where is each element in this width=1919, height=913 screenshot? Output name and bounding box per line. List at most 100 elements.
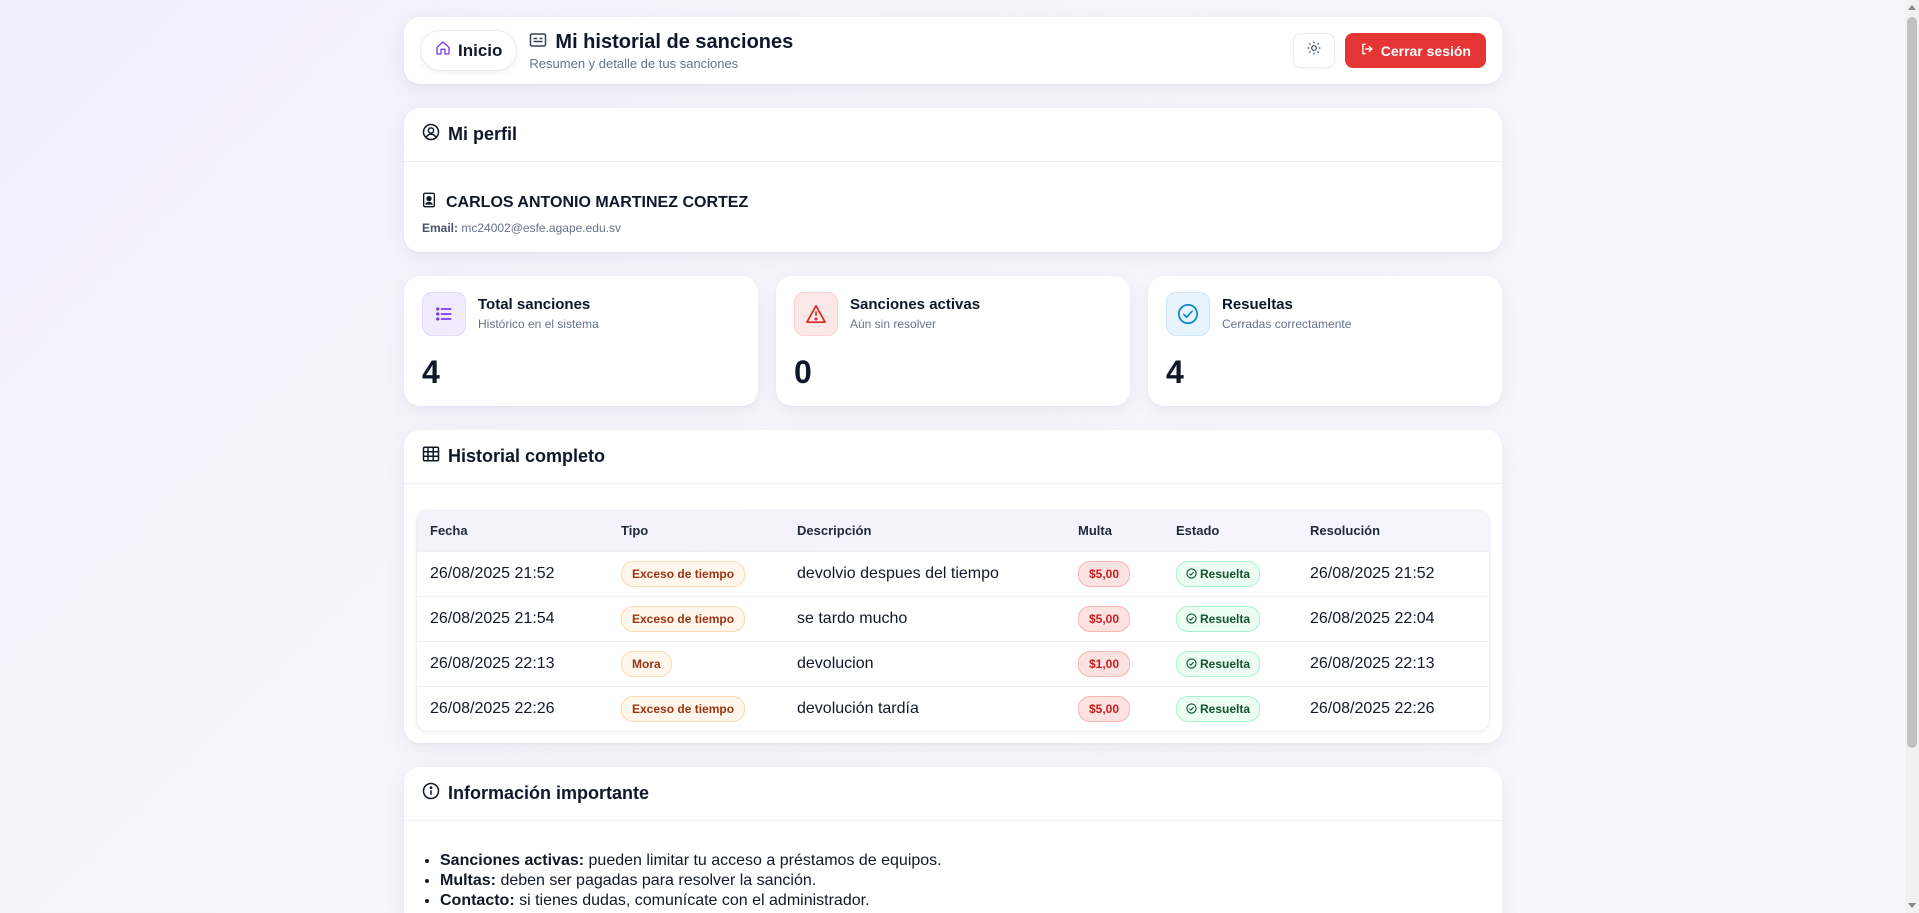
tipo-badge: Exceso de tiempo — [621, 605, 746, 632]
info-icon — [422, 782, 440, 805]
history-card: Historial completo Fecha Tipo Descripció… — [404, 430, 1502, 743]
estado-badge: Resuelta — [1176, 695, 1261, 722]
info-title: Información importante — [448, 783, 650, 803]
cell-fecha: 26/08/2025 21:54 — [417, 595, 608, 641]
page-title: Mi historial de sanciones — [555, 30, 794, 53]
estado-label: Resuelta — [1200, 656, 1251, 671]
stat-subtitle: Aún sin resolver — [850, 317, 937, 331]
list-item: Sanciones activas: pueden limitar tu acc… — [440, 851, 1484, 871]
multa-badge: $1,00 — [1078, 650, 1131, 677]
list-icon — [422, 292, 466, 336]
top-bar: Inicio Mi historial de sanciones Resumen… — [404, 17, 1502, 84]
stat-title: Sanciones activas — [850, 296, 981, 313]
item-label: Contacto: — [440, 892, 515, 909]
cell-descripcion: devolución tardía — [784, 685, 1065, 731]
user-circle-icon — [422, 123, 440, 146]
table-row: 26/08/2025 22:13 Mora devolucion $1,00 R… — [417, 640, 1489, 686]
email-value: mc24002@esfe.agape.edu.sv — [461, 221, 621, 235]
history-table: Fecha Tipo Descripción Multa Estado Reso… — [417, 511, 1489, 731]
home-icon — [435, 40, 451, 61]
profile-title: Mi perfil — [448, 124, 518, 144]
table-row: 26/08/2025 22:26 Exceso de tiempo devolu… — [417, 685, 1489, 731]
logout-label: Cerrar sesión — [1380, 42, 1471, 59]
home-label: Inicio — [458, 40, 503, 60]
profile-card: Mi perfil CARLOS ANTONIO MARTINEZ CORTEZ… — [404, 108, 1502, 252]
stat-subtitle: Cerradas correctamente — [1222, 317, 1352, 331]
sun-icon — [1307, 41, 1321, 60]
cell-resolucion: 26/08/2025 21:52 — [1297, 550, 1489, 596]
estado-badge: Resuelta — [1176, 650, 1261, 677]
stat-title: Total sanciones — [478, 296, 591, 313]
col-header: Multa — [1078, 523, 1112, 539]
item-label: Multas: — [440, 872, 496, 889]
logout-icon — [1360, 42, 1374, 59]
stat-total: Total sanciones Histórico en el sistema … — [404, 276, 758, 406]
email-label: Email: — [422, 221, 459, 235]
warning-icon — [794, 292, 838, 336]
estado-badge: Resuelta — [1176, 605, 1261, 632]
stat-value: 4 — [1166, 354, 1184, 390]
table-row: 26/08/2025 21:52 Exceso de tiempo devolv… — [417, 550, 1489, 596]
cell-resolucion: 26/08/2025 22:04 — [1297, 595, 1489, 641]
stat-value: 4 — [422, 354, 440, 390]
profile-header: Mi perfil — [404, 108, 1502, 162]
table-header-row: Fecha Tipo Descripción Multa Estado Reso… — [417, 511, 1489, 551]
item-text: si tienes dudas, comunícate con el admin… — [514, 892, 870, 909]
info-list: Sanciones activas: pueden limitar tu acc… — [404, 821, 1502, 911]
estado-label: Resuelta — [1200, 611, 1251, 626]
check-small-icon — [1186, 658, 1197, 669]
table-row: 26/08/2025 21:54 Exceso de tiempo se tar… — [417, 595, 1489, 641]
list-item: Multas: deben ser pagadas para resolver … — [440, 871, 1484, 891]
scrollbar-thumb[interactable] — [1907, 17, 1917, 748]
cell-descripcion: devolucion — [784, 640, 1065, 686]
cell-fecha: 26/08/2025 21:52 — [417, 550, 608, 596]
multa-badge: $5,00 — [1078, 605, 1131, 632]
item-text: pueden limitar tu acceso a préstamos de … — [584, 852, 942, 869]
tipo-badge: Exceso de tiempo — [621, 560, 746, 587]
stat-subtitle: Histórico en el sistema — [478, 317, 599, 331]
stat-value: 0 — [794, 354, 812, 390]
page-subtitle: Resumen y detalle de tus sanciones — [529, 55, 739, 71]
scroll-down-arrow[interactable] — [1908, 903, 1916, 908]
estado-badge: Resuelta — [1176, 560, 1261, 587]
check-circle-icon — [1166, 292, 1210, 336]
id-card-icon — [529, 32, 547, 53]
history-header: Historial completo — [404, 430, 1502, 484]
home-button[interactable]: Inicio — [420, 30, 518, 71]
item-text: deben ser pagadas para resolver la sanci… — [496, 872, 817, 889]
badge-icon — [422, 192, 436, 213]
col-header: Descripción — [797, 523, 872, 539]
theme-toggle-button[interactable] — [1292, 33, 1335, 68]
check-small-icon — [1186, 613, 1197, 624]
check-small-icon — [1186, 703, 1197, 714]
col-header: Estado — [1176, 523, 1220, 539]
check-small-icon — [1186, 568, 1197, 579]
cell-descripcion: devolvio despues del tiempo — [784, 550, 1065, 596]
table-icon — [422, 445, 440, 468]
title-block: Mi historial de sanciones Resumen y deta… — [529, 31, 793, 71]
cell-fecha: 26/08/2025 22:26 — [417, 685, 608, 731]
stats-row: Total sanciones Histórico en el sistema … — [404, 276, 1502, 406]
item-label: Sanciones activas: — [440, 852, 585, 869]
info-card: Información importante Sanciones activas… — [404, 767, 1502, 913]
scroll-up-arrow[interactable] — [1908, 5, 1916, 10]
tipo-badge: Exceso de tiempo — [621, 695, 746, 722]
list-item: Contacto: si tienes dudas, comunícate co… — [440, 891, 1484, 911]
col-header: Tipo — [621, 523, 649, 539]
cell-descripcion: se tardo mucho — [784, 595, 1065, 641]
col-header: Resolución — [1310, 523, 1381, 539]
estado-label: Resuelta — [1200, 566, 1251, 581]
info-header: Información importante — [404, 767, 1502, 821]
stat-resolved: Resueltas Cerradas correctamente 4 — [1148, 276, 1502, 406]
multa-badge: $5,00 — [1078, 695, 1131, 722]
scrollbar[interactable] — [1905, 0, 1919, 913]
cell-resolucion: 26/08/2025 22:26 — [1297, 685, 1489, 731]
estado-label: Resuelta — [1200, 701, 1251, 716]
profile-email: Email: mc24002@esfe.agape.edu.sv — [422, 221, 1484, 235]
multa-badge: $5,00 — [1078, 560, 1131, 587]
cell-resolucion: 26/08/2025 22:13 — [1297, 640, 1489, 686]
col-header: Fecha — [430, 523, 468, 539]
stat-active: Sanciones activas Aún sin resolver 0 — [776, 276, 1130, 406]
logout-button[interactable]: Cerrar sesión — [1344, 33, 1486, 68]
history-table-wrap: Fecha Tipo Descripción Multa Estado Reso… — [416, 510, 1490, 732]
